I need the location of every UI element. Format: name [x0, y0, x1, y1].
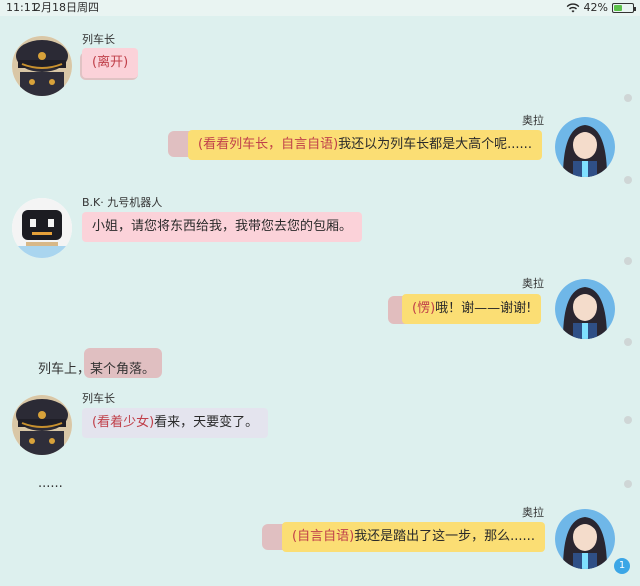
- message-bubble[interactable]: (自言自语)我还是踏出了这一步，那么......: [282, 522, 545, 552]
- scroll-indicator-dot: [624, 176, 632, 184]
- battery-level: [614, 5, 622, 11]
- status-bar: 11:11 2月18日周四 42%: [0, 0, 640, 16]
- speaker-name: 列车长: [82, 33, 115, 46]
- message-text: 小姐，请您将东西给我，我带您去您的包厢。: [92, 219, 353, 234]
- status-date: 2月18日周四: [34, 1, 99, 14]
- avatar-aura[interactable]: [555, 509, 615, 569]
- scroll-indicator-dot: [624, 416, 632, 424]
- narration-text: ......: [38, 476, 63, 491]
- battery-icon: [612, 3, 636, 13]
- wifi-icon: [566, 3, 579, 13]
- avatar-conductor[interactable]: [12, 395, 72, 455]
- message-bubble[interactable]: (看着少女)看来，天要变了。: [82, 408, 269, 438]
- action-text: (离开): [92, 55, 129, 70]
- message-bubble[interactable]: (看看列车长，自言自语)我还以为列车长都是大高个呢......: [188, 130, 542, 160]
- scroll-indicator-dot: [624, 480, 632, 488]
- message-bubble[interactable]: 小姐，请您将东西给我，我带您去您的包厢。: [82, 212, 363, 242]
- action-text: (愣): [412, 301, 436, 316]
- speaker-name: 奥拉: [522, 114, 544, 127]
- action-text: (自言自语): [292, 529, 355, 544]
- message-bubble[interactable]: (离开): [82, 48, 139, 78]
- message-text: 看来，天要变了。: [154, 415, 259, 430]
- avatar-aura[interactable]: [555, 117, 615, 177]
- avatar-conductor[interactable]: [12, 36, 72, 96]
- speaker-name: B.K· 九号机器人: [82, 196, 163, 209]
- message-text: 哦！谢——谢谢!: [435, 301, 532, 316]
- speaker-name: 奥拉: [522, 506, 544, 519]
- message-text: 我还以为列车长都是大高个呢......: [338, 137, 532, 152]
- action-text: (看看列车长，自言自语): [198, 137, 339, 152]
- avatar-robot[interactable]: [12, 198, 72, 258]
- avatar-aura[interactable]: [555, 279, 615, 339]
- scroll-indicator-dot: [624, 94, 632, 102]
- action-text: (看着少女): [92, 415, 155, 430]
- status-time: 11:11: [6, 1, 38, 14]
- scroll-indicator-dot: [624, 257, 632, 265]
- message-text: 我还是踏出了这一步，那么......: [354, 529, 535, 544]
- message-bubble[interactable]: (愣)哦！谢——谢谢!: [402, 294, 542, 324]
- narration-text: 列车上，某个角落。: [38, 362, 156, 377]
- speaker-name: 列车长: [82, 392, 115, 405]
- battery-percent: 42%: [583, 1, 608, 14]
- unread-count-button[interactable]: 1: [614, 558, 630, 574]
- scroll-indicator-dot: [624, 338, 632, 346]
- speaker-name: 奥拉: [522, 277, 544, 290]
